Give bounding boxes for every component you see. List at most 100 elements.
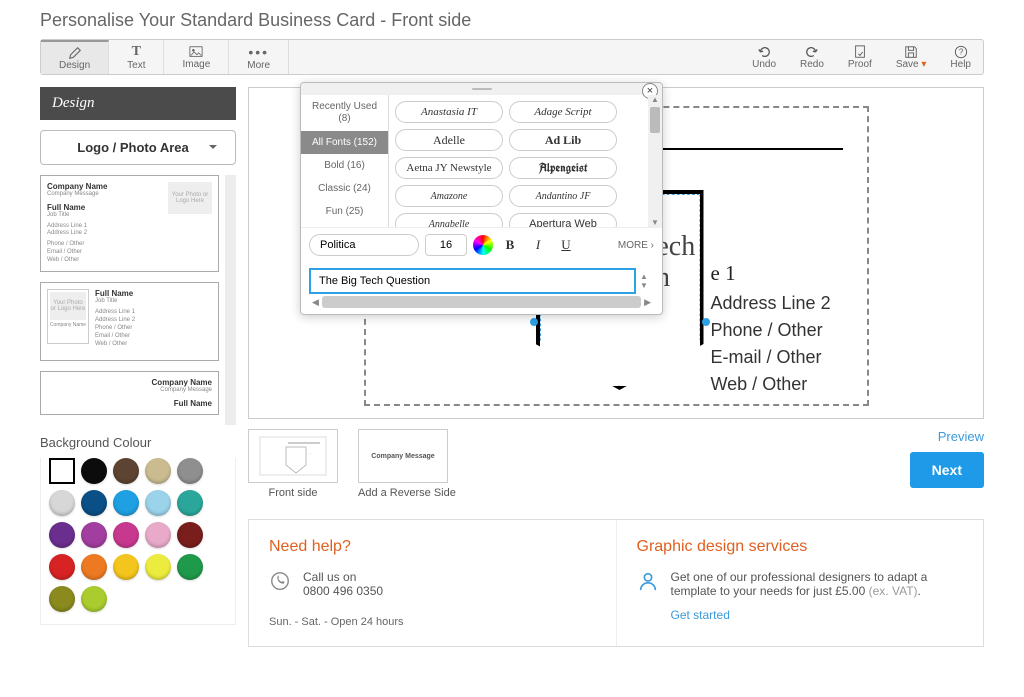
colour-swatch[interactable] [113,458,139,484]
colour-swatch[interactable] [145,458,171,484]
colour-swatch[interactable] [49,458,75,484]
proof-button[interactable]: Proof [836,40,884,74]
bg-colour-label: Background Colour [40,425,236,458]
colour-swatch[interactable] [177,490,203,516]
text-stepper[interactable]: ▲▼ [640,272,654,290]
font-cat-bold[interactable]: Bold (16) [301,154,388,177]
text-hscroll: ◀ ▶ [301,294,662,314]
hscroll-left[interactable]: ◀ [309,297,322,308]
thumb-name: Full Name [47,399,212,408]
colour-swatch[interactable] [81,490,107,516]
call-us-label: Call us on [303,570,383,584]
thumb-email: Email / Other [47,249,212,257]
colour-swatch[interactable] [177,458,203,484]
font-option[interactable]: Adelle [395,129,503,151]
opening-hours: Sun. - Sat. - Open 24 hours [269,616,596,628]
add-reverse-option[interactable]: Company Message Add a Reverse Side [358,429,456,499]
font-name-input[interactable] [309,234,419,256]
text-icon: T [132,44,141,60]
help-icon: ? [953,45,969,59]
bold-button[interactable]: B [499,234,521,256]
main-toolbar: Design T Text Image ••• More Undo Redo P… [40,39,984,75]
colour-swatch[interactable] [145,554,171,580]
front-side-option[interactable]: ··· Front side [248,429,338,499]
font-option[interactable]: Andantino JF [509,185,617,207]
image-icon [188,45,204,59]
undo-label: Undo [752,59,776,70]
preview-link[interactable]: Preview [938,429,984,444]
underline-button[interactable]: U [555,234,577,256]
template-thumb[interactable]: Your Photo or Logo Here Company Name Com… [40,175,219,272]
save-icon [903,45,919,59]
more-formatting-button[interactable]: MORE › [618,240,654,251]
thumb-addr: Address Line 1 [47,223,212,231]
font-option[interactable]: Ad Lib [509,129,617,151]
thumb-msg: Company Message [47,387,212,395]
undo-button[interactable]: Undo [740,40,788,74]
colour-swatch[interactable] [145,490,171,516]
font-option[interactable]: Aetna JY Newstyle [395,157,503,179]
template-thumb[interactable]: Company Name Company Message Full Name [40,371,219,415]
font-editor-popup: × Recently Used(8) All Fonts (152) Bold … [300,82,663,315]
thumb-logo-placeholder: Your Photo or Logo Here [50,292,86,320]
text-content-input[interactable] [309,268,636,294]
font-cat-classic[interactable]: Classic (24) [301,177,388,200]
help-button[interactable]: ? Help [938,40,983,74]
help-label: Help [950,59,971,70]
text-tool-button[interactable]: T Text [109,40,164,74]
colour-swatch[interactable] [113,490,139,516]
more-tool-button[interactable]: ••• More [229,40,289,74]
design-label: Design [59,60,90,71]
colour-picker-icon[interactable] [473,235,493,255]
colour-swatch[interactable] [81,554,107,580]
canvas-area: The Big Tech Question e 1 Address Line 2… [248,87,984,647]
colour-swatch[interactable] [81,522,107,548]
proof-label: Proof [848,59,872,70]
web-field: Web / Other [711,371,831,398]
sidebar: Design Logo / Photo Area Your Photo or L… [40,87,236,647]
colour-swatch[interactable] [81,458,107,484]
addr1-field: e 1 [711,258,831,290]
colour-swatch[interactable] [49,554,75,580]
font-option[interactable]: Annabelle [395,213,503,227]
colour-swatch[interactable] [145,522,171,548]
image-label: Image [182,59,210,70]
save-button[interactable]: Save ▾ [884,40,939,74]
font-cat-all[interactable]: All Fonts (152) [301,131,388,154]
colour-swatch[interactable] [49,522,75,548]
font-option[interactable]: Adage Script [509,101,617,123]
image-tool-button[interactable]: Image [164,40,229,74]
thumbnail-scrollbar[interactable] [225,175,236,215]
undo-icon [756,45,772,59]
font-option[interactable]: Anastasia IT [395,101,503,123]
italic-button[interactable]: I [527,234,549,256]
colour-swatch[interactable] [113,554,139,580]
font-option[interactable]: Apertura Web [509,213,617,227]
hscroll-track[interactable] [322,296,641,308]
colour-swatch[interactable] [81,586,107,612]
font-option[interactable]: Alpengeist [509,157,617,179]
colour-swatch[interactable] [113,522,139,548]
font-option[interactable]: Amazone [395,185,503,207]
font-cat-fun[interactable]: Fun (25) [301,200,388,223]
font-scrollbar[interactable] [648,95,662,227]
colour-swatch[interactable] [49,490,75,516]
template-thumb[interactable]: Your Photo or Logo Here Company Name Ful… [40,282,219,362]
font-size-input[interactable] [425,234,467,256]
popup-drag-handle[interactable]: × [301,83,662,95]
front-side-thumb: ··· [248,429,338,483]
dots-icon: ••• [248,44,269,60]
colour-swatch[interactable] [177,554,203,580]
design-tool-button[interactable]: Design [41,40,109,74]
font-cat-recent[interactable]: Recently Used(8) [301,95,388,131]
next-button[interactable]: Next [910,452,984,488]
colour-swatch[interactable] [49,586,75,612]
redo-button[interactable]: Redo [788,40,836,74]
hscroll-right[interactable]: ▶ [641,297,654,308]
card-contact-block[interactable]: e 1 Address Line 2 Phone / Other E-mail … [711,258,831,398]
logo-photo-dropdown[interactable]: Logo / Photo Area [40,130,236,165]
colour-swatch[interactable] [177,522,203,548]
get-started-link[interactable]: Get started [671,608,730,622]
page-title: Personalise Your Standard Business Card … [0,0,1024,39]
person-icon [637,570,659,592]
